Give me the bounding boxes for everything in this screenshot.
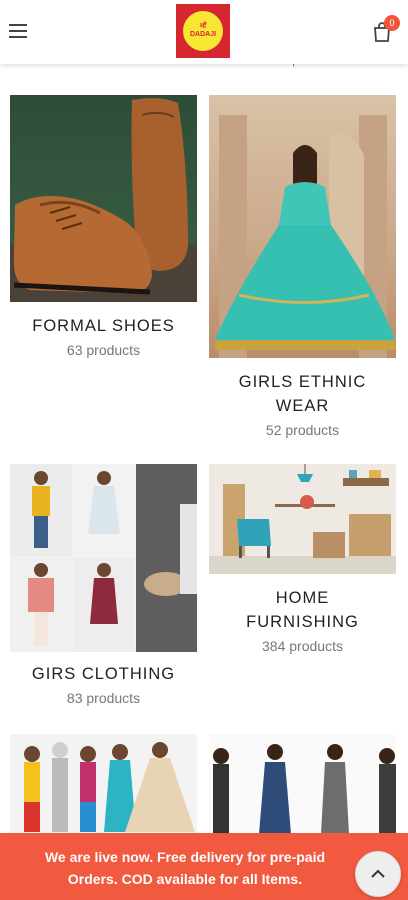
category-name-line1: HOME <box>275 589 330 607</box>
menu-icon[interactable] <box>9 24 29 40</box>
app-header: माँ DADAJI 0 <box>0 0 408 64</box>
furniture-illustration <box>209 464 396 574</box>
logo-text-line1: माँ <box>200 23 206 30</box>
girl-lehenga-illustration <box>215 115 395 358</box>
announcement-text: We are live now. Free delivery for pre-p… <box>20 846 350 890</box>
category-image-home-furnishing[interactable] <box>209 464 396 574</box>
chevron-up-icon <box>371 869 385 878</box>
women-models-illustration <box>213 744 396 834</box>
category-image-kids-ethnic[interactable] <box>10 734 197 834</box>
category-image-women-dresses[interactable] <box>209 734 396 834</box>
scroll-to-top-button[interactable] <box>355 851 401 897</box>
category-name-line2: FURNISHING <box>246 613 359 631</box>
category-count-home-furnishing: 384 products <box>262 638 343 654</box>
announcement-banner: We are live now. Free delivery for pre-p… <box>0 833 408 900</box>
store-logo[interactable]: माँ DADAJI <box>176 4 230 58</box>
category-count-girs-clothing: 83 products <box>66 690 141 706</box>
announcement-line1: We are live now. Free delivery for pre-p… <box>44 849 326 865</box>
category-image-girls-ethnic-wear[interactable] <box>209 95 396 358</box>
girls-collage-illustration <box>10 464 197 652</box>
category-name-girls-ethnic-wear[interactable]: GIRLS ETHNIC WEAR <box>209 370 396 418</box>
category-name-home-furnishing[interactable]: HOME FURNISHING <box>209 586 396 634</box>
category-name-line1: GIRLS ETHNIC <box>238 373 367 391</box>
kids-group-illustration <box>24 742 195 832</box>
category-image-girs-clothing[interactable] <box>10 464 197 652</box>
logo-text-line2: DADAJI <box>189 31 217 38</box>
category-name-formal-shoes[interactable]: FORMAL SHOES <box>10 314 197 338</box>
category-image-formal-shoes[interactable] <box>10 95 197 302</box>
cart-count-badge: 0 <box>384 15 400 31</box>
category-name-line2: WEAR <box>275 397 330 415</box>
category-count-formal-shoes: 63 products <box>66 342 141 358</box>
shoe-illustration <box>10 98 197 302</box>
logo-disc: माँ DADAJI <box>183 11 223 51</box>
category-count-girls-ethnic-wear: 52 products <box>265 422 340 438</box>
announcement-line2: Orders. COD available for all Items. <box>67 871 303 887</box>
category-name-girs-clothing[interactable]: GIRS CLOTHING <box>10 662 197 686</box>
